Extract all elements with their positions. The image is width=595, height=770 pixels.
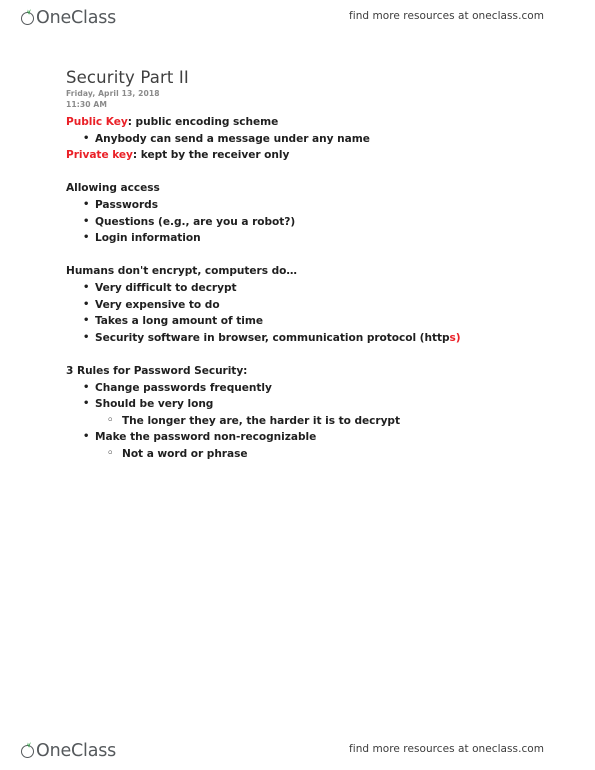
text-run: Should be very long bbox=[95, 398, 214, 411]
note-bullet-item: Security software in browser, communicat… bbox=[66, 330, 536, 347]
sprout-leaf-icon bbox=[20, 9, 37, 27]
note-document: Security Part II Friday, April 13, 2018 … bbox=[66, 68, 536, 462]
oneclass-logo-header: OneClass bbox=[20, 5, 116, 27]
header-tagline: find more resources at oneclass.com bbox=[349, 10, 545, 22]
text-run: Takes a long amount of time bbox=[95, 315, 263, 328]
note-bullet-item: Make the password non-recognizable bbox=[66, 429, 536, 446]
note-bullet-item: Should be very long bbox=[66, 396, 536, 413]
note-bullet-item: Very difficult to decrypt bbox=[66, 280, 536, 297]
note-heading-line: Public Key: public encoding scheme bbox=[66, 114, 536, 131]
oneclass-logo-footer: OneClass bbox=[20, 738, 116, 760]
page-footer: OneClass find more resources at oneclass… bbox=[0, 733, 595, 765]
brand-wordmark: OneClass bbox=[36, 8, 117, 28]
text-run: Very expensive to do bbox=[95, 298, 220, 311]
note-heading-line: Private key: kept by the receiver only bbox=[66, 147, 536, 164]
note-subbullet-item: The longer they are, the harder it is to… bbox=[66, 413, 536, 430]
text-run: Humans don't encrypt, computers do… bbox=[66, 265, 297, 278]
note-bullet-item: Passwords bbox=[66, 197, 536, 214]
note-subbullet-item: Not a word or phrase bbox=[66, 446, 536, 463]
note-heading-line: Humans don't encrypt, computers do… bbox=[66, 263, 536, 280]
note-bullet-item: Questions (e.g., are you a robot?) bbox=[66, 214, 536, 231]
text-run: Allowing access bbox=[66, 182, 160, 195]
accent-text-run: Private key bbox=[66, 149, 133, 162]
page-header: OneClass find more resources at oneclass… bbox=[0, 0, 595, 32]
text-run: : public encoding scheme bbox=[127, 116, 279, 128]
note-bullet-item: Change passwords frequently bbox=[66, 380, 536, 397]
text-run: Not a word or phrase bbox=[122, 447, 248, 460]
sprout-leaf-icon bbox=[20, 742, 37, 760]
footer-tagline: find more resources at oneclass.com bbox=[349, 743, 545, 755]
text-run: : kept by the receiver only bbox=[132, 149, 290, 162]
note-bullet-item: Login information bbox=[66, 230, 536, 247]
note-time: 11:30 AM bbox=[66, 99, 108, 109]
note-bullet-item: Anybody can send a message under any nam… bbox=[66, 131, 536, 148]
text-run: Questions (e.g., are you a robot?) bbox=[95, 215, 296, 228]
text-run: Change passwords frequently bbox=[95, 381, 272, 394]
accent-text-run: Public Key bbox=[66, 116, 128, 128]
text-run: Anybody can send a message under any nam… bbox=[95, 132, 370, 145]
note-bullet-item: Very expensive to do bbox=[66, 297, 536, 314]
note-bullet-item: Takes a long amount of time bbox=[66, 313, 536, 330]
note-content: Public Key: public encoding schemeAnybod… bbox=[66, 114, 536, 462]
text-run: Security software in browser, communicat… bbox=[95, 331, 450, 344]
text-run: 3 Rules for Password Security: bbox=[66, 364, 248, 377]
text-run: Make the password non-recognizable bbox=[95, 431, 317, 444]
note-date: Friday, April 13, 2018 bbox=[66, 89, 160, 98]
page-title: Security Part II bbox=[66, 68, 189, 87]
text-run: Very difficult to decrypt bbox=[95, 281, 237, 294]
text-run: The longer they are, the harder it is to… bbox=[122, 414, 400, 427]
text-run: Login information bbox=[95, 232, 201, 245]
accent-text-run: s) bbox=[449, 331, 461, 344]
note-heading-line: 3 Rules for Password Security: bbox=[66, 363, 536, 380]
brand-wordmark: OneClass bbox=[36, 741, 117, 761]
text-run: Passwords bbox=[95, 198, 158, 211]
note-heading-line: Allowing access bbox=[66, 180, 536, 197]
